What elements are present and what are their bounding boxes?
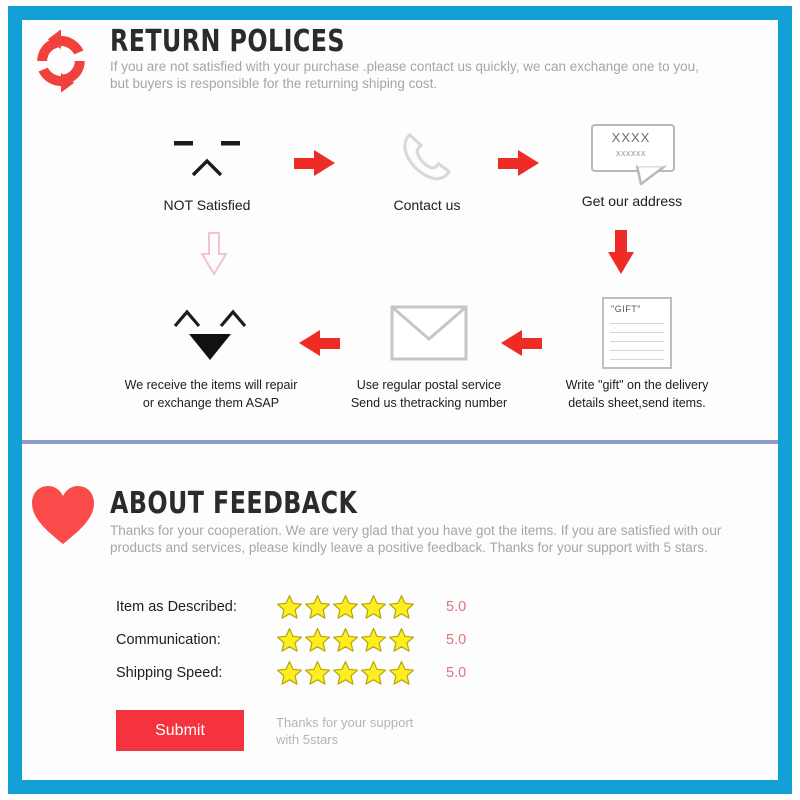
- star-icon[interactable]: [360, 627, 387, 653]
- submit-button[interactable]: Submit: [116, 710, 244, 751]
- outer-blue-frame: RETURN POLICES If you are not satisfied …: [8, 6, 792, 794]
- star-icon[interactable]: [276, 660, 303, 686]
- star-icon[interactable]: [388, 627, 415, 653]
- speech-bubble-line-2: xxxxxx: [616, 148, 646, 158]
- content-area: RETURN POLICES If you are not satisfied …: [22, 20, 778, 780]
- flow-step-caption: NOT Satisfied: [163, 197, 251, 213]
- return-policies-title: RETURN POLICES: [110, 24, 345, 59]
- flow-connector-arrow-down-left: [200, 232, 228, 281]
- star-icon[interactable]: [276, 627, 303, 653]
- rating-score: 5.0: [446, 598, 467, 615]
- arrow-left-icon: [298, 330, 340, 356]
- flow-step-caption: Write "gift" on the delivery details she…: [565, 378, 709, 410]
- rating-score: 5.0: [446, 664, 467, 681]
- flow-connector-arrow-right-1: [294, 150, 336, 176]
- star-rating-shipping-speed[interactable]: [276, 660, 420, 686]
- happy-face-icon: [122, 298, 300, 368]
- flow-step-not-satisfied: NOT Satisfied: [132, 126, 282, 215]
- flow-connector-arrow-right-2: [498, 150, 540, 176]
- arrow-right-icon: [294, 150, 336, 176]
- star-icon[interactable]: [360, 594, 387, 620]
- star-icon[interactable]: [388, 660, 415, 686]
- star-icon[interactable]: [304, 594, 331, 620]
- return-policies-header: RETURN POLICES If you are not satisfied …: [22, 20, 778, 112]
- arrow-right-icon: [498, 150, 540, 176]
- flow-step-write-gift: "GIFT" Write "gift" on the delivery deta…: [552, 297, 722, 412]
- about-feedback-title: ABOUT FEEDBACK: [110, 486, 358, 521]
- arrow-down-outline-icon: [200, 232, 228, 281]
- phone-icon: [352, 126, 502, 188]
- flow-step-postal-service: Use regular postal service Send us thetr…: [344, 298, 514, 412]
- rating-score: 5.0: [446, 631, 467, 648]
- speech-bubble-line-1: XXXX: [611, 130, 651, 145]
- star-icon[interactable]: [332, 660, 359, 686]
- rating-label: Shipping Speed:: [116, 664, 223, 681]
- speech-bubble-icon: XXXX xxxxxx: [557, 122, 707, 188]
- flow-step-caption: Contact us: [393, 197, 461, 213]
- flow-connector-arrow-left-2: [298, 330, 340, 356]
- star-icon[interactable]: [304, 627, 331, 653]
- return-policies-subtitle: If you are not satisfied with your purch…: [110, 59, 699, 91]
- about-feedback-subtitle: Thanks for your cooperation. We are very…: [110, 523, 722, 555]
- return-flow-diagram: NOT Satisfied Contact us XXXX xxxxxx Get…: [22, 112, 778, 442]
- flow-step-caption: We receive the items will repair or exch…: [124, 378, 298, 410]
- sad-face-icon: [132, 126, 282, 188]
- star-rating-item-as-described[interactable]: [276, 594, 420, 620]
- rating-row: Communication: 5.0: [116, 623, 536, 656]
- return-refresh-icon: [28, 28, 94, 94]
- submit-row: Submit Thanks for your support with 5sta…: [116, 710, 413, 751]
- rating-label: Item as Described:: [116, 598, 237, 615]
- star-icon[interactable]: [332, 594, 359, 620]
- star-rating-communication[interactable]: [276, 627, 420, 653]
- arrow-down-icon: [608, 230, 634, 274]
- ratings-list: Item as Described: 5.0 Communication: 5.…: [116, 590, 536, 689]
- flow-step-get-address: XXXX xxxxxx Get our address: [557, 122, 707, 211]
- star-icon[interactable]: [332, 627, 359, 653]
- star-icon[interactable]: [304, 660, 331, 686]
- star-icon[interactable]: [360, 660, 387, 686]
- rating-row: Item as Described: 5.0: [116, 590, 536, 623]
- flow-step-caption: Use regular postal service Send us thetr…: [350, 378, 508, 410]
- heart-icon: [30, 484, 96, 546]
- gift-document-label: "GIFT": [611, 304, 641, 314]
- flow-connector-arrow-down-right: [608, 230, 634, 274]
- star-icon[interactable]: [388, 594, 415, 620]
- flow-step-we-receive: We receive the items will repair or exch…: [122, 298, 300, 412]
- flow-step-caption: Get our address: [581, 193, 683, 209]
- flow-step-contact-us: Contact us: [352, 126, 502, 215]
- rating-label: Communication:: [116, 631, 221, 648]
- section-divider: [22, 440, 778, 444]
- star-icon[interactable]: [276, 594, 303, 620]
- page-root: RETURN POLICES If you are not satisfied …: [0, 0, 800, 800]
- rating-row: Shipping Speed: 5.0: [116, 656, 536, 689]
- submit-note: Thanks for your support with 5stars: [276, 714, 414, 747]
- envelope-icon: [344, 298, 514, 368]
- document-gift-icon: "GIFT": [552, 297, 722, 369]
